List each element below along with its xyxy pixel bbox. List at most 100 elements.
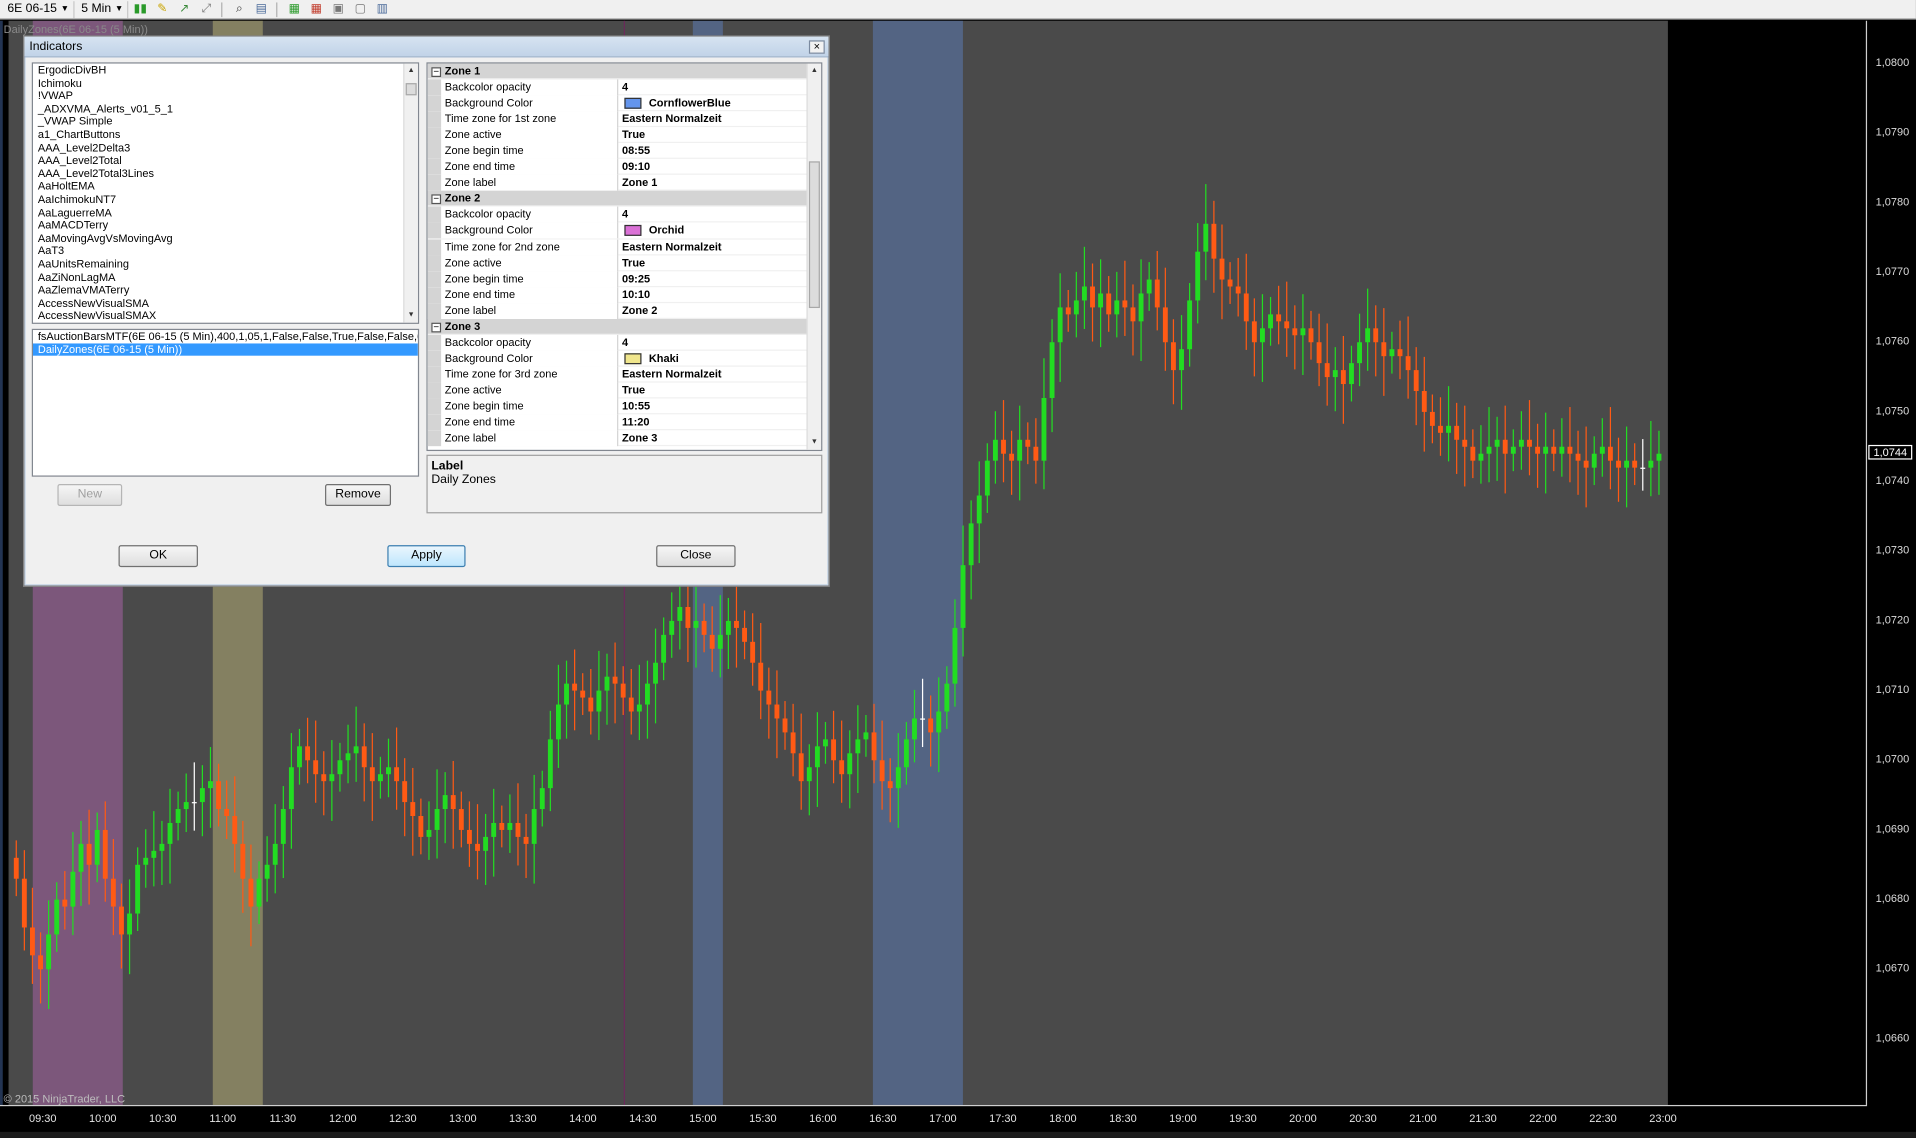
property-value[interactable]: 08:55 (620, 143, 809, 159)
zone-category-header[interactable]: − Zone 2 (427, 191, 822, 208)
property-value[interactable]: 10:10 (620, 287, 809, 303)
property-value[interactable]: 09:25 (620, 271, 809, 287)
property-row[interactable]: Zone end time 09:10 (427, 159, 822, 176)
property-row[interactable]: Zone active True (427, 127, 822, 144)
list-item[interactable]: ErgodicDivBH (33, 64, 418, 77)
list-item[interactable]: AAA_Level2Total (33, 154, 418, 167)
list-item[interactable]: _VWAP Simple (33, 115, 418, 128)
property-row[interactable]: Zone label Zone 2 (427, 302, 822, 319)
property-row[interactable]: Zone begin time 09:25 (427, 270, 822, 287)
property-row[interactable]: Zone begin time 10:55 (427, 398, 822, 415)
scroll-down-icon[interactable]: ▼ (404, 309, 417, 321)
zone-category-header[interactable]: − Zone 1 (427, 63, 822, 80)
property-value[interactable]: True (620, 255, 809, 271)
list-item[interactable]: AaT3 (33, 245, 418, 258)
property-row[interactable]: Zone active True (427, 254, 822, 271)
candle-body (175, 809, 181, 823)
bottom-scroll-strip[interactable] (0, 1131, 1916, 1138)
candle-body (912, 718, 917, 740)
property-value[interactable]: Eastern Normalzeit (620, 111, 809, 127)
list-item[interactable]: Ichimoku (33, 77, 418, 90)
candle-body (426, 829, 432, 837)
list-item[interactable]: AaZlemaVMATerry (33, 284, 418, 297)
scroll-thumb[interactable] (405, 83, 417, 96)
property-row[interactable]: Time zone for 3rd zone Eastern Normalzeit (427, 366, 822, 383)
collapse-icon[interactable]: − (431, 194, 442, 205)
property-value[interactable]: Eastern Normalzeit (620, 367, 809, 383)
property-grid[interactable]: − Zone 1 Backcolor opacity 4 Background Colo… (426, 62, 823, 452)
property-row[interactable]: Zone label Zone 3 (427, 430, 822, 447)
property-value[interactable]: CornflowerBlue (620, 95, 809, 111)
list-item[interactable]: AaUnitsRemaining (33, 258, 418, 271)
property-row[interactable]: Zone end time 10:10 (427, 286, 822, 303)
property-row[interactable]: Background Color CornflowerBlue (427, 95, 822, 112)
dialog-titlebar[interactable]: Indicators × (24, 36, 829, 58)
list-item[interactable]: a1_ChartButtons (33, 128, 418, 141)
property-value[interactable]: Orchid (620, 223, 809, 239)
property-value[interactable]: 09:10 (620, 159, 809, 175)
list-item[interactable]: AaIchimokuNT7 (33, 193, 418, 206)
property-value[interactable]: Eastern Normalzeit (620, 239, 809, 255)
candle-body (742, 627, 747, 642)
remove-button[interactable]: Remove (325, 484, 392, 507)
list-item[interactable]: AaZiNonLagMA (33, 271, 418, 284)
ok-button[interactable]: OK (118, 545, 198, 568)
property-row[interactable]: Background Color Orchid (427, 223, 822, 239)
list-item[interactable]: AaMACDTerry (33, 219, 418, 232)
property-row[interactable]: Zone label Zone 1 (427, 175, 822, 192)
property-value[interactable]: True (620, 383, 809, 399)
candle-body (669, 620, 675, 635)
scroll-thumb[interactable] (808, 161, 820, 309)
list-item[interactable]: _ADXVMA_Alerts_v01_5_1 (33, 102, 418, 115)
property-value[interactable]: Zone 1 (620, 175, 809, 191)
scroll-down-icon[interactable]: ▼ (808, 436, 821, 448)
list-item[interactable]: AccessNewVisualSMA (33, 297, 418, 310)
candle-body (394, 767, 400, 782)
price-axis[interactable] (1865, 20, 1868, 1105)
close-button[interactable]: Close (656, 545, 736, 568)
available-indicators-list[interactable]: ErgodicDivBH Ichimoku !VWAP _ADXVMA_Alerts_… (31, 62, 420, 324)
property-value[interactable]: 4 (620, 335, 809, 351)
property-name: Zone active (427, 382, 619, 399)
property-row[interactable]: Background Color Khaki (427, 350, 822, 367)
list-item[interactable]: AaMovingAvgVsMovingAvg (33, 232, 418, 245)
list-item[interactable]: AAA_Level2Delta3 (33, 141, 418, 154)
list-item[interactable]: AaHoltEMA (33, 180, 418, 193)
applied-indicators-list[interactable]: fsAuctionBarsMTF(6E 06-15 (5 Min),400,1,… (31, 328, 420, 477)
time-axis[interactable] (0, 1104, 1868, 1107)
property-value[interactable]: Khaki (620, 351, 809, 367)
property-row[interactable]: Time zone for 2nd zone Eastern Normalzeit (427, 238, 822, 255)
new-button[interactable]: New (57, 484, 123, 507)
applied-indicator-item[interactable]: DailyZones(6E 06-15 (5 Min)) (32, 342, 418, 356)
property-row[interactable]: Zone active True (427, 382, 822, 399)
property-row[interactable]: Backcolor opacity 4 (427, 334, 822, 351)
property-value[interactable]: 4 (620, 207, 809, 223)
scroll-up-icon[interactable]: ▲ (808, 65, 821, 77)
property-grid-scrollbar[interactable]: ▲ ▼ (806, 63, 822, 450)
property-row[interactable]: Backcolor opacity 4 (427, 207, 822, 224)
available-list-scrollbar[interactable]: ▲ ▼ (403, 63, 418, 323)
list-item[interactable]: AAA_Level2Total3Lines (33, 167, 418, 180)
property-name: Backcolor opacity (427, 207, 619, 223)
property-value[interactable]: 4 (620, 80, 809, 96)
list-item[interactable]: AccessNewVisualSMAX (33, 310, 418, 323)
property-value[interactable]: Zone 2 (620, 303, 809, 319)
close-icon[interactable]: × (808, 40, 825, 54)
list-item[interactable]: AaLaguerreMA (33, 206, 418, 219)
zone-category-header[interactable]: − Zone 3 (427, 318, 822, 335)
property-row[interactable]: Backcolor opacity 4 (427, 79, 822, 96)
collapse-icon[interactable]: − (431, 322, 442, 333)
scroll-up-icon[interactable]: ▲ (404, 65, 417, 77)
apply-button[interactable]: Apply (387, 545, 466, 568)
property-row[interactable]: Zone end time 11:20 (427, 414, 822, 431)
property-value[interactable]: Zone 3 (620, 430, 809, 446)
property-row[interactable]: Time zone for 1st zone Eastern Normalzeit (427, 111, 822, 128)
candle-body (685, 606, 691, 628)
property-value[interactable]: 11:20 (620, 414, 809, 430)
list-item[interactable]: !VWAP (33, 89, 418, 102)
property-value[interactable]: 10:55 (620, 398, 809, 414)
property-value[interactable]: True (620, 127, 809, 143)
property-row[interactable]: Zone begin time 08:55 (427, 143, 822, 160)
applied-indicator-item[interactable]: fsAuctionBarsMTF(6E 06-15 (5 Min),400,1,… (33, 330, 418, 343)
collapse-icon[interactable]: − (431, 67, 442, 78)
